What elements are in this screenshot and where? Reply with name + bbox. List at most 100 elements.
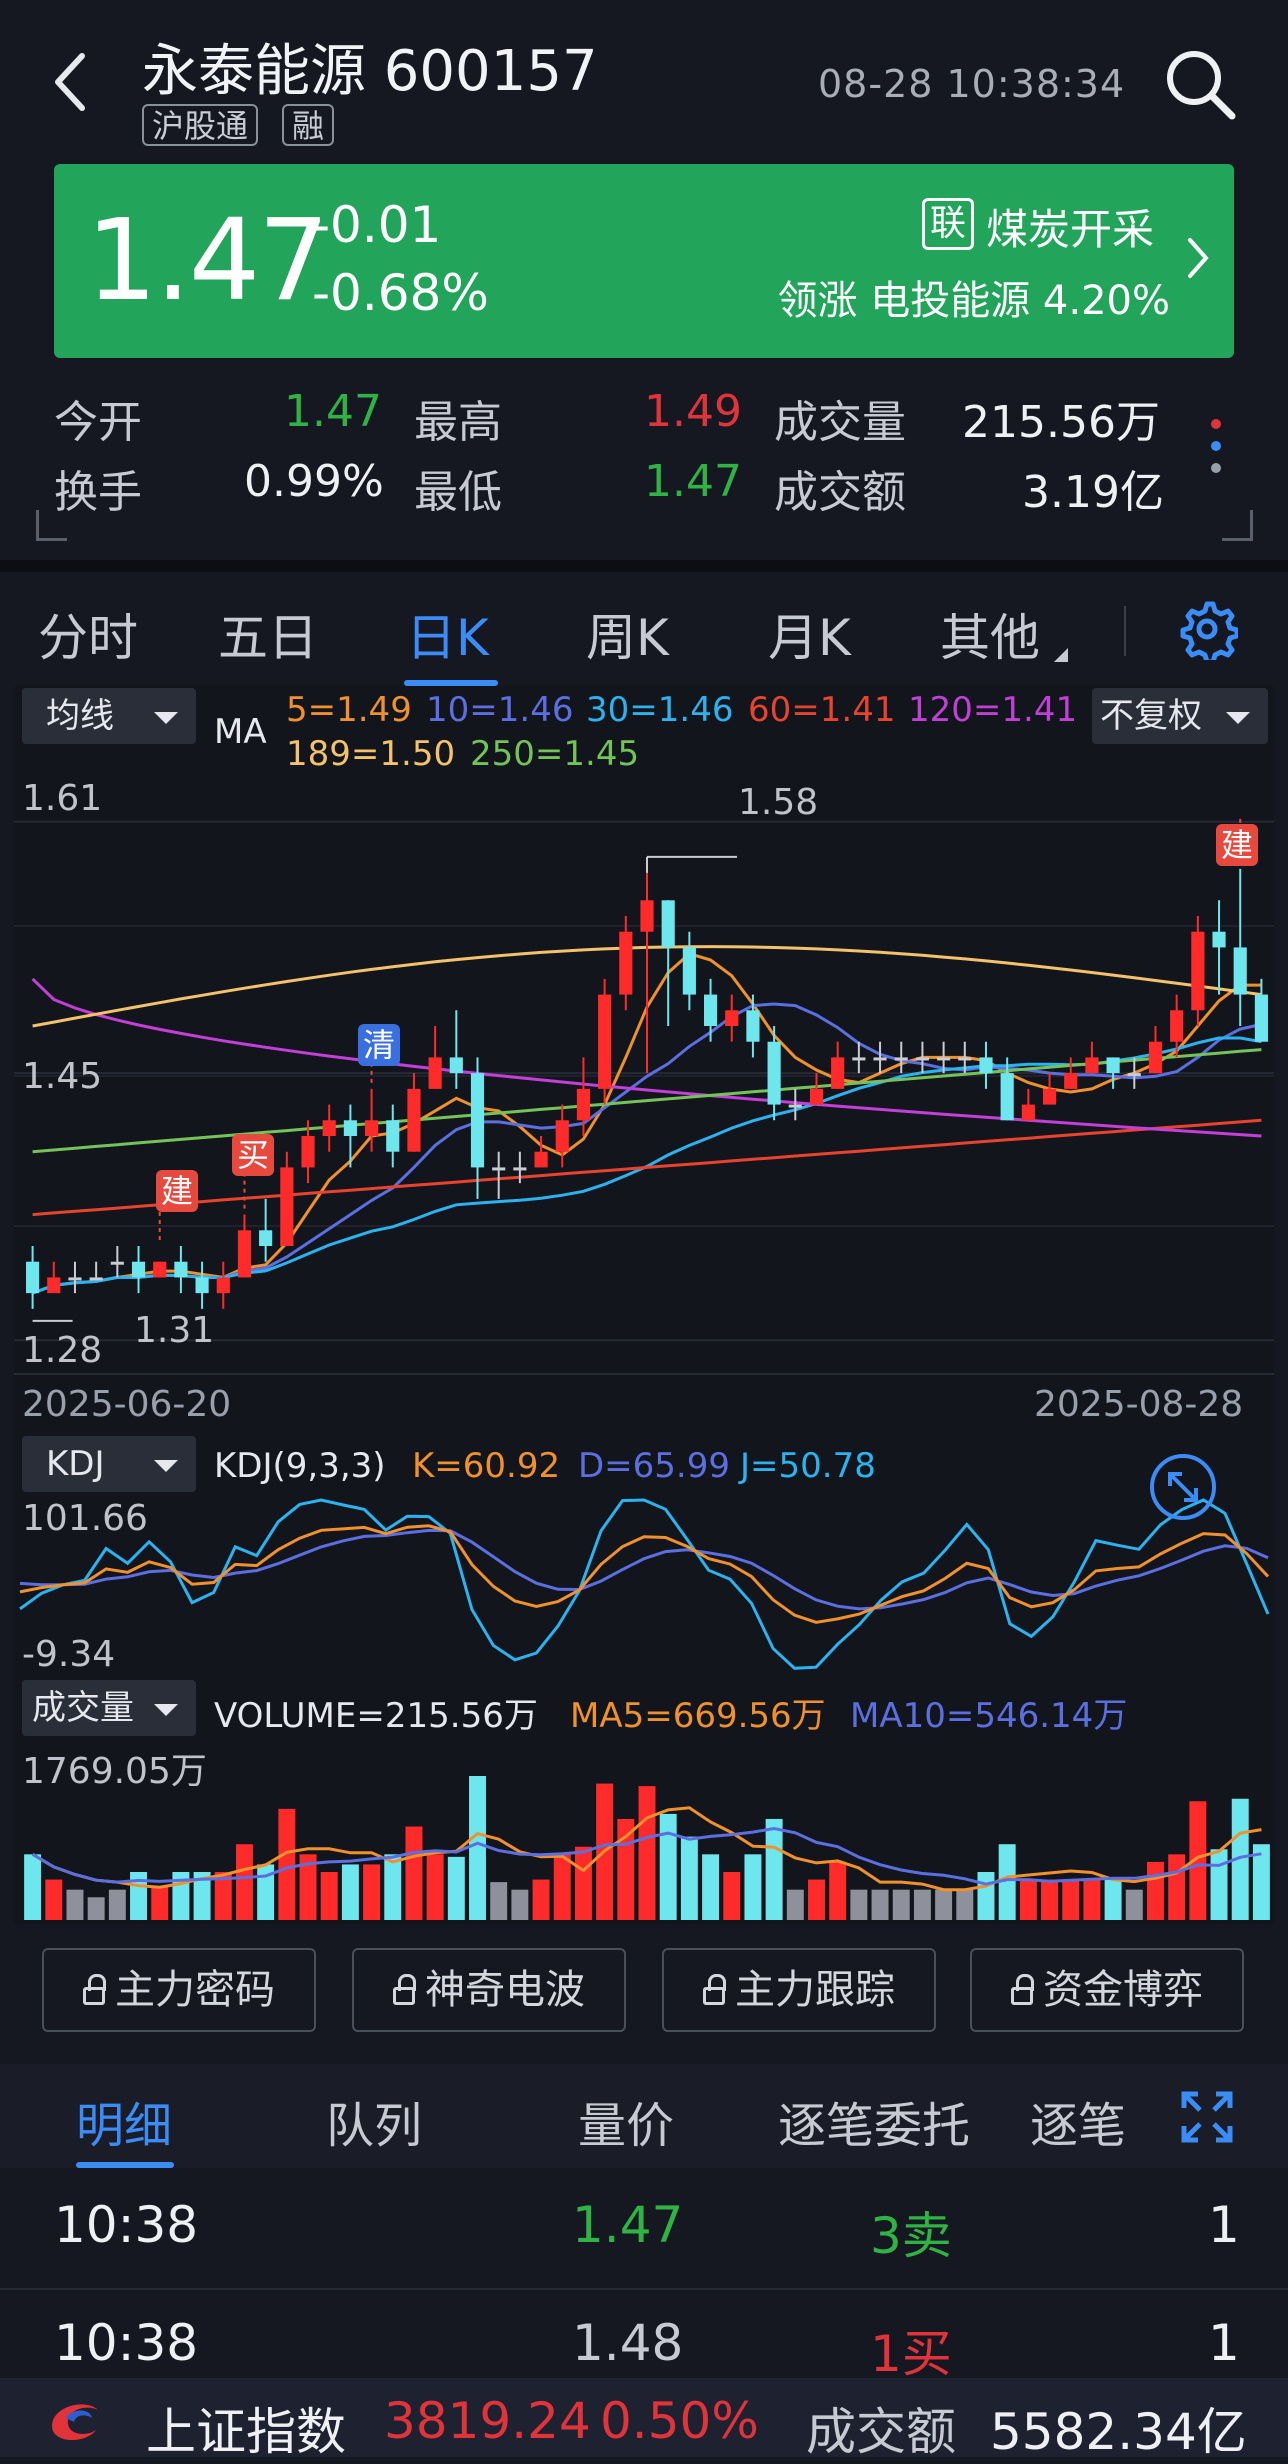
high-value: 1.49 <box>644 386 742 437</box>
volume-bar <box>765 1818 783 1920</box>
volume-bar <box>341 1864 359 1920</box>
candle-body <box>407 1088 421 1152</box>
leading-stock[interactable]: 领涨 电投能源 4.20% <box>778 268 1171 326</box>
volume-bar <box>871 1889 889 1920</box>
ma-selector-label: 均线 <box>46 696 114 736</box>
volume-selector[interactable]: 成交量 <box>22 1680 196 1736</box>
kline-svg[interactable] <box>14 786 1274 1376</box>
tab-volume-price[interactable]: 量价 <box>578 2086 674 2156</box>
volume-label: 成交量 <box>774 397 906 448</box>
high-label: 最高 <box>414 397 502 448</box>
candle-body <box>1085 1057 1099 1074</box>
link-badge: 联 <box>922 198 974 250</box>
signal-build-badge[interactable]: 建 <box>156 1170 198 1212</box>
candle-body <box>767 1041 781 1105</box>
candle-body <box>1212 931 1226 948</box>
index-value: 3819.24 <box>384 2392 591 2450</box>
low-label: 最低 <box>414 467 502 518</box>
lock-icon <box>83 1974 106 2005</box>
kdj-svg[interactable] <box>14 1490 1274 1680</box>
tag-margin: 融 <box>282 104 335 146</box>
candle-body <box>894 1057 908 1061</box>
tab-other[interactable]: 其他 <box>940 598 1040 670</box>
tab-daily-k[interactable]: 日K <box>406 598 489 670</box>
candle-body <box>131 1261 146 1278</box>
lock-icon <box>1011 1974 1034 2005</box>
tab-monthly-k[interactable]: 月K <box>768 598 851 670</box>
volume-bar <box>892 1889 910 1920</box>
search-icon[interactable] <box>1160 44 1240 124</box>
candle-body <box>1064 1073 1078 1089</box>
candle-body <box>259 1230 273 1246</box>
tool-fund-game-button[interactable]: 资金博弈 <box>970 1948 1244 2032</box>
chevron-right-icon[interactable] <box>1186 236 1210 280</box>
tool-main-track-button[interactable]: 主力跟踪 <box>662 1948 936 2032</box>
candle-body <box>513 1167 527 1171</box>
adjust-selector[interactable]: 不复权 <box>1092 688 1268 744</box>
tool-label: 主力密码 <box>115 1967 275 2013</box>
candle-body <box>237 1230 252 1278</box>
tab-five-day[interactable]: 五日 <box>218 598 318 670</box>
tab-order-by-order[interactable]: 逐笔委托 <box>778 2086 970 2156</box>
index-pct: 0.50% <box>600 2392 759 2450</box>
candle-body <box>1170 1010 1184 1042</box>
candle-body <box>746 1010 760 1042</box>
trade-time: 10:38 <box>54 2314 199 2372</box>
kdj-selector[interactable]: KDJ <box>22 1436 196 1492</box>
ma189-value: 189=1.50 <box>286 734 456 774</box>
candle-body <box>534 1151 548 1168</box>
tab-weekly-k[interactable]: 周K <box>586 598 669 670</box>
open-label: 今开 <box>54 397 142 448</box>
candle-body <box>703 994 718 1026</box>
signal-build-badge-2[interactable]: 建 <box>1216 824 1258 866</box>
turnover-label: 换手 <box>54 467 142 518</box>
industry-label[interactable]: 煤炭开采 <box>986 196 1154 257</box>
volume-bar <box>638 1786 656 1920</box>
tool-main-code-button[interactable]: 主力密码 <box>42 1948 316 2032</box>
back-icon[interactable] <box>50 52 90 112</box>
candle-body <box>492 1167 506 1171</box>
candle-body <box>661 900 675 948</box>
y-axis-mid-label: 1.45 <box>22 1056 103 1097</box>
fullscreen-icon[interactable] <box>1180 2090 1234 2144</box>
volume-bar <box>659 1813 677 1920</box>
candle-body <box>873 1057 887 1061</box>
ma5-value: 5=1.49 <box>286 690 412 730</box>
expand-corner-left <box>36 510 67 541</box>
tab-intraday[interactable]: 分时 <box>38 598 138 670</box>
candle-body <box>1021 1104 1035 1121</box>
expand-circle-icon[interactable] <box>1148 1452 1218 1522</box>
candle-body <box>110 1261 124 1265</box>
volume-bar <box>1019 1879 1037 1920</box>
ma-selector[interactable]: 均线 <box>22 688 196 744</box>
signal-clear-badge[interactable]: 清 <box>358 1024 400 1066</box>
volume-ma10-label: MA10=546.14万 <box>850 1696 1128 1736</box>
tool-magic-wave-button[interactable]: 神奇电波 <box>352 1948 626 2032</box>
trade-time: 10:38 <box>54 2196 199 2254</box>
candle-body <box>26 1261 40 1294</box>
trade-qty: 1 <box>1208 2196 1240 2254</box>
tab-tick-by-tick[interactable]: 逐笔 <box>1030 2086 1126 2156</box>
tab-queue[interactable]: 队列 <box>326 2086 422 2156</box>
candle-body <box>470 1073 485 1168</box>
trade-price: 1.48 <box>572 2314 684 2372</box>
candle-body <box>1233 947 1247 995</box>
min-price-label: 1.31 <box>134 1310 215 1351</box>
index-name: 上证指数 <box>146 2403 346 2461</box>
settings-gear-icon[interactable] <box>1176 598 1240 665</box>
dropdown-caret-icon <box>154 1704 178 1716</box>
ma10-value: 10=1.46 <box>426 690 574 730</box>
kdj-j-value: J=50.78 <box>740 1446 876 1486</box>
volume-bar <box>278 1808 296 1920</box>
volume-bar <box>935 1889 953 1920</box>
volume-bar <box>447 1856 465 1920</box>
tab-detail[interactable]: 明细 <box>76 2086 172 2156</box>
volume-bar <box>235 1844 253 1920</box>
volume-bar <box>913 1889 931 1920</box>
signal-buy-badge[interactable]: 买 <box>232 1134 274 1176</box>
volume-svg[interactable] <box>14 1736 1274 1920</box>
more-dots-icon[interactable] <box>1206 404 1226 484</box>
volume-bar <box>829 1861 847 1920</box>
volume-ma5-label: MA5=669.56万 <box>570 1696 826 1736</box>
detail-tab-indicator <box>76 2162 174 2168</box>
